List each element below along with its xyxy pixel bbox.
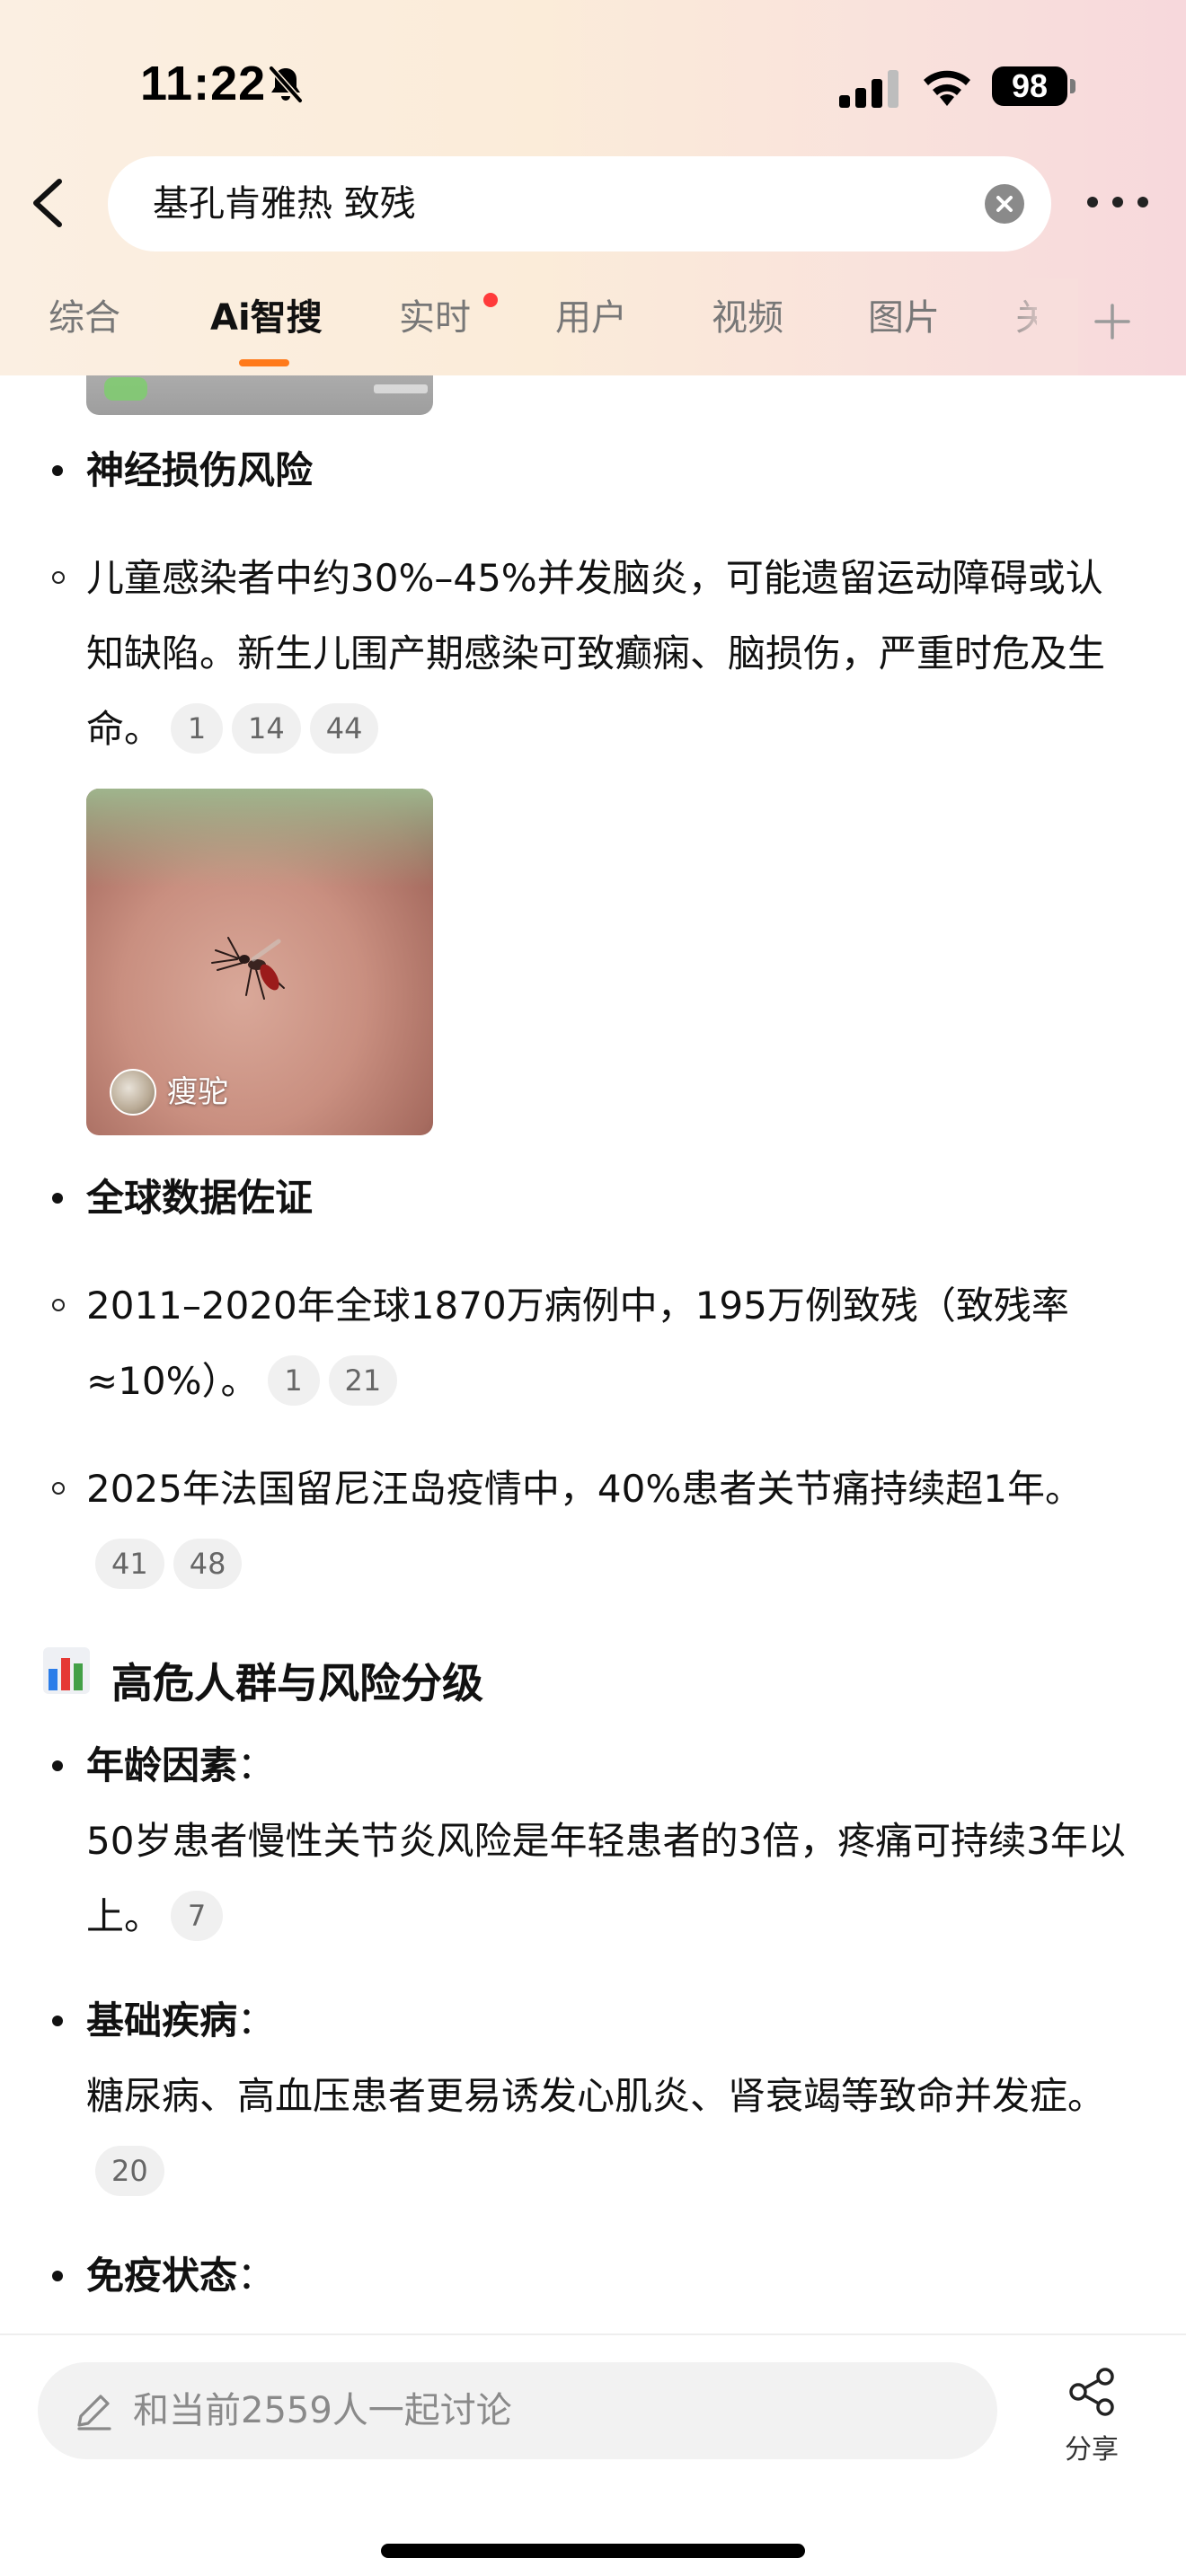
comment-placeholder: 和当前2559人一起讨论 [133,2390,512,2431]
battery-cap [1070,79,1075,93]
global-item-2: 2025年法国留尼汪岛疫情中，40%患者关节痛持续超1年。 41 48 [86,1451,1128,1602]
citation-badge[interactable]: 7 [171,1890,224,1941]
wifi-icon [924,70,970,106]
mosquito-picture [211,937,285,1000]
bar-chart-icon [43,1647,90,1694]
mosquito-image-card[interactable]: 瘦驼 [86,789,433,1135]
pencil-icon [77,2395,111,2430]
disease-factor-text: 糖尿病、高血压患者更易诱发心肌炎、肾衰竭等致命并发症。 [86,2074,1106,2118]
citation-badge[interactable]: 41 [95,1538,164,1589]
citation-badge[interactable]: 44 [309,702,379,754]
age-factor-label: 年龄因素 [86,1743,238,1787]
bullet-dot [52,2271,63,2281]
active-tab-indicator [239,359,289,366]
citation-badge[interactable]: 1 [267,1354,320,1406]
immune-factor-label: 免疫状态 [86,2254,238,2298]
citation-badge[interactable]: 20 [95,2145,164,2196]
more-icon[interactable] [1084,189,1152,216]
image-fragment [104,377,147,401]
search-query-text: 基孔肯雅热 致残 [153,183,416,225]
bullet-dot [52,465,63,476]
home-indicator[interactable] [381,2544,805,2558]
image-author: 瘦驼 [167,1074,228,1110]
signal-icon [839,70,898,108]
image-fragment-tag [374,384,428,393]
ai-answer-content: 神经损伤风险 儿童感染者中约30%–45%并发脑炎，可能遗留运动障碍或认知缺陷。… [0,375,1186,2333]
global-item-2-text: 2025年法国留尼汪岛疫情中，40%患者关节痛持续超1年。 [86,1467,1083,1511]
disease-factor: 基础疾病： 糖尿病、高血压患者更易诱发心肌炎、肾衰竭等致命并发症。 20 [86,1983,1128,2210]
sub-bullet [52,1482,65,1495]
tabs-bar: 综合 Ai智搜 实时 用户 视频 图片 关 [0,278,1186,375]
share-button[interactable]: 分享 [1042,2359,1141,2475]
sub-bullet [52,1299,65,1311]
share-icon [1069,2368,1114,2416]
back-icon[interactable] [23,174,77,232]
bell-off-icon [269,66,303,103]
realtime-new-dot [483,293,498,307]
avatar [110,1069,156,1116]
disease-factor-label: 基础疾病 [86,1998,238,2042]
citation-badge[interactable]: 14 [232,702,301,754]
battery-icon: 98 [992,66,1067,106]
sub-bullet [52,571,65,584]
tab-users[interactable]: 用户 [555,293,627,343]
previous-image-card[interactable] [86,375,433,415]
tab-realtime[interactable]: 实时 [399,293,471,343]
tabs-fade [997,278,1078,375]
age-factor-text: 50岁患者慢性关节炎风险是年轻患者的3倍，疼痛可持续3年以上。 [86,1819,1126,1938]
add-tab-icon[interactable] [1091,300,1134,343]
nav-bar: 基孔肯雅热 致残 [0,153,1186,251]
tab-images[interactable]: 图片 [868,293,940,343]
global-item-1: 2011–2020年全球1870万病例中，195万例致残（致残率≈10%）。 1 2… [86,1268,1128,1419]
tab-comprehensive[interactable]: 综合 [49,293,120,343]
global-item-1-text: 2011–2020年全球1870万病例中，195万例致残（致残率≈10%）。 [86,1284,1069,1403]
bullet-dot [52,1193,63,1204]
share-label: 分享 [1065,2434,1119,2466]
bottom-bar: 和当前2559人一起讨论 分享 [0,2333,1186,2576]
top-header: 11:22 98 基孔肯雅热 致残 综合 Ai智搜 实时 用户 视频 图片 [0,0,1186,375]
risk-section-title: 高危人群与风险分级 [111,1659,483,1707]
status-bar: 11:22 98 [0,0,1186,162]
neuro-heading: 神经损伤风险 [86,448,314,492]
colon: ： [237,1998,276,2042]
image-background [86,789,433,887]
colon: ： [237,1743,276,1787]
citation-badge[interactable]: 48 [173,1538,243,1589]
bullet-dot [52,2016,63,2026]
tab-ai-search[interactable]: Ai智搜 [210,293,323,343]
neuro-paragraph: 儿童感染者中约30%–45%并发脑炎，可能遗留运动障碍或认知缺陷。新生儿围产期感… [86,541,1128,767]
tab-video[interactable]: 视频 [712,293,783,343]
comment-input[interactable]: 和当前2559人一起讨论 [38,2362,997,2459]
citation-badge[interactable]: 1 [171,702,224,754]
bullet-dot [52,1760,63,1771]
colon: ： [237,2254,276,2298]
search-input[interactable]: 基孔肯雅热 致残 [108,156,1051,251]
immune-factor: 免疫状态： [86,2238,1128,2314]
clear-icon[interactable] [985,184,1024,224]
status-time: 11:22 [140,57,267,110]
age-factor: 年龄因素： 50岁患者慢性关节炎风险是年轻患者的3倍，疼痛可持续3年以上。 7 [86,1728,1128,1954]
citation-badge[interactable]: 21 [328,1354,398,1406]
global-heading: 全球数据佐证 [86,1176,314,1220]
